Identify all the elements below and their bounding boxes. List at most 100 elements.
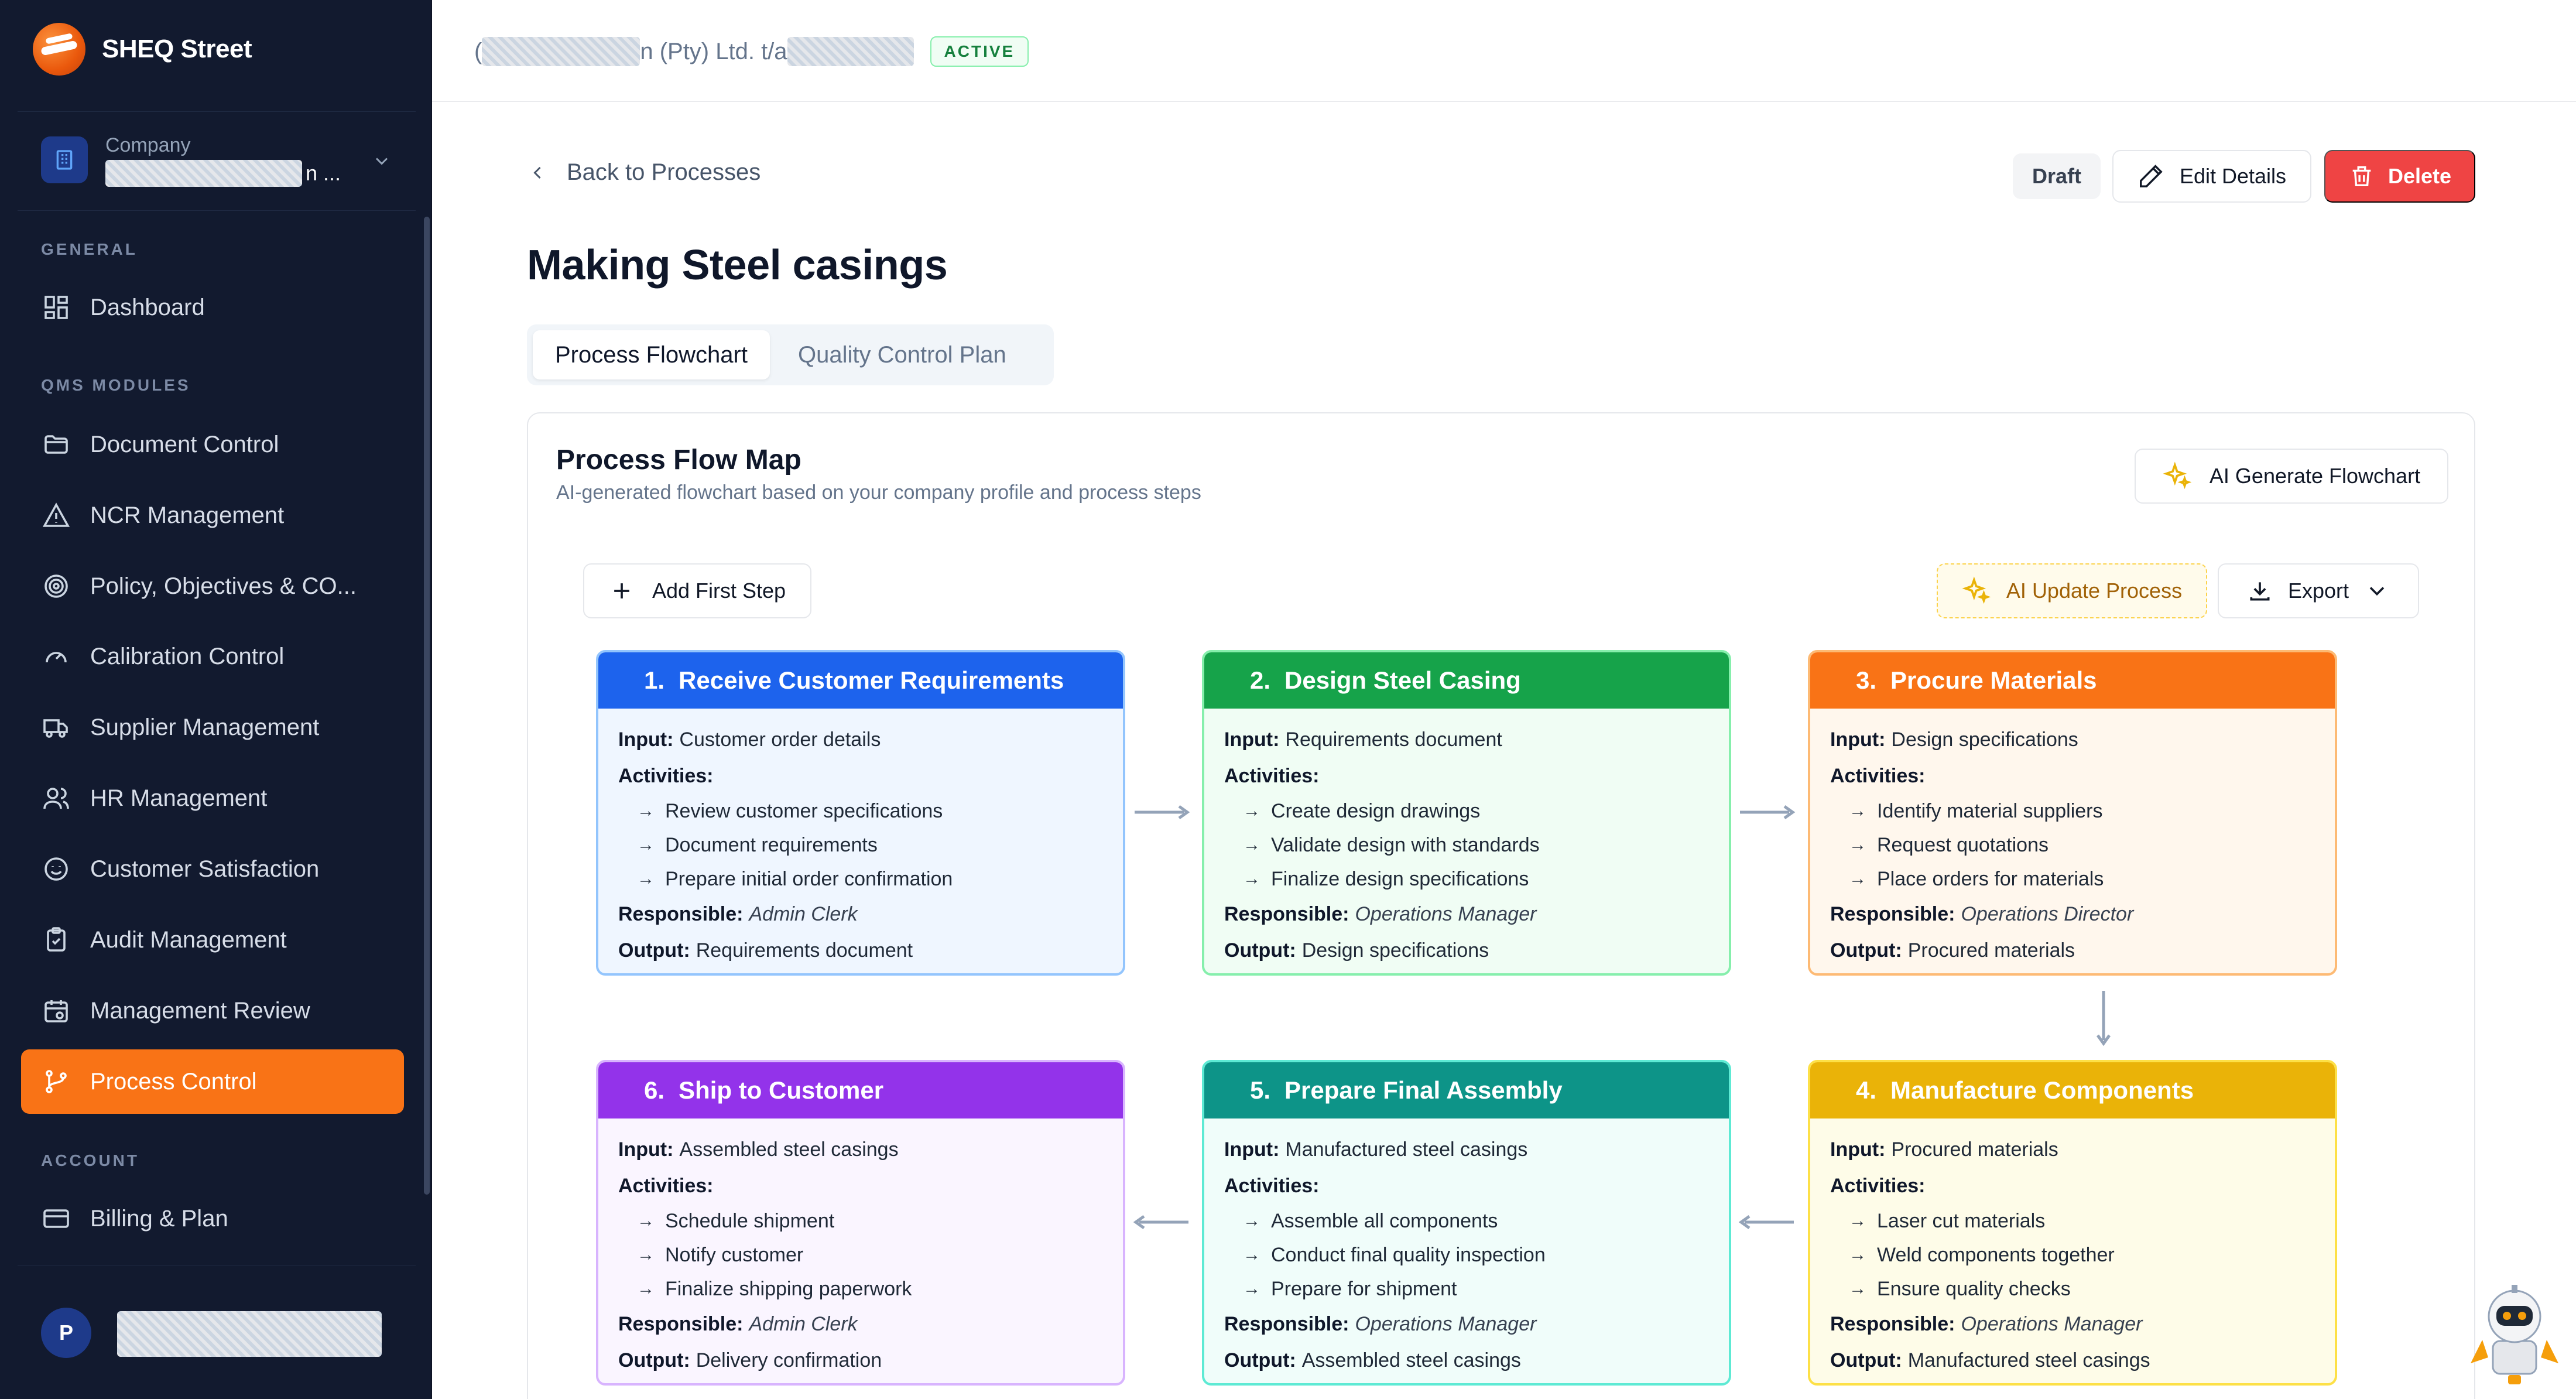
- sidebar-item-dashboard[interactable]: Dashboard: [21, 275, 404, 340]
- user-menu[interactable]: P: [18, 1265, 416, 1399]
- sidebar-item-supplier-management[interactable]: Supplier Management: [21, 695, 404, 760]
- step-responsible: Responsible: Operations Director: [1830, 896, 2315, 932]
- sidebar-item-calibration-control[interactable]: Calibration Control: [21, 624, 404, 689]
- process-step-card[interactable]: 4. Manufacture Components Input: Procured…: [1808, 1060, 2337, 1386]
- step-activity: → Assemble all components: [1224, 1204, 1709, 1238]
- step-title: Design Steel Casing: [1284, 666, 1521, 694]
- step-output-value: Design specifications: [1301, 939, 1489, 962]
- sidebar-item-billing-plan[interactable]: Billing & Plan: [21, 1186, 404, 1251]
- responsible-label: Responsible:: [1830, 903, 1955, 925]
- step-input-value: Procured materials: [1891, 1138, 2058, 1161]
- step-title: Receive Customer Requirements: [679, 666, 1064, 694]
- company-name-tail: n ...: [306, 161, 341, 185]
- step-number: 6.: [644, 1076, 665, 1104]
- edit-details-button[interactable]: Edit Details: [2112, 150, 2311, 203]
- step-responsible: Responsible: Admin Clerk: [618, 896, 1103, 932]
- back-to-processes-link[interactable]: Back to Processes: [527, 159, 761, 186]
- step-responsible-value: Admin Clerk: [749, 903, 858, 925]
- clipboard-icon: [47, 927, 66, 952]
- step-activity: → Laser cut materials: [1830, 1204, 2315, 1238]
- step-activity: → Validate design with standards: [1224, 828, 1709, 862]
- step-activity-text: Create design drawings: [1271, 800, 1481, 822]
- tab-process-flowchart[interactable]: Process Flowchart: [533, 330, 770, 379]
- sidebar-item-management-review[interactable]: Management Review: [21, 979, 404, 1043]
- step-header: 5. Prepare Final Assembly: [1204, 1062, 1729, 1118]
- step-activity-text: Document requirements: [665, 834, 878, 856]
- activities-label: Activities:: [1224, 1175, 1320, 1197]
- step-input-value: Assembled steel casings: [679, 1138, 899, 1161]
- sidebar-item-hr-management[interactable]: HR Management: [21, 766, 404, 830]
- sidebar-item-label: Management Review: [90, 997, 310, 1024]
- arrow-right-icon: →: [1243, 1279, 1260, 1298]
- input-label: Input:: [1224, 1138, 1280, 1161]
- chevron-down-icon: [375, 158, 388, 165]
- step-input-value: Customer order details: [679, 728, 881, 751]
- process-step-card[interactable]: 3. Procure Materials Input: Design specif…: [1808, 650, 2337, 976]
- sidebar-item-customer-satisfaction[interactable]: Customer Satisfaction: [21, 837, 404, 901]
- delete-button[interactable]: Delete: [2324, 150, 2475, 203]
- ai-update-label: AI Update Process: [2006, 579, 2183, 603]
- assistant-robot-icon[interactable]: [2465, 1275, 2564, 1387]
- step-body: Input: Design specifications Activities: …: [1810, 709, 2335, 969]
- arrow-right-icon: →: [1243, 835, 1260, 854]
- delete-label: Delete: [2387, 164, 2452, 188]
- process-icon: [46, 1070, 67, 1093]
- step-activities-heading: Activities:: [618, 758, 1103, 794]
- process-step-card[interactable]: 1. Receive Customer Requirements Input: C…: [596, 650, 1125, 976]
- ai-generate-flowchart-button[interactable]: AI Generate Flowchart: [2135, 449, 2448, 504]
- step-input-value: Design specifications: [1891, 728, 2078, 751]
- company-label: Company: [105, 134, 191, 156]
- ai-update-process-button[interactable]: AI Update Process: [1937, 563, 2207, 618]
- arrow-right-icon: →: [1849, 801, 1866, 820]
- step-activity: → Notify customer: [618, 1238, 1103, 1272]
- step-activities-heading: Activities:: [1224, 1168, 1709, 1204]
- arrow-right-icon: →: [1849, 835, 1866, 854]
- top-bar: ( n (Pty) Ltd. t/a ACTIVE: [432, 0, 2576, 102]
- arrow-right-icon: →: [637, 1245, 655, 1264]
- building-icon: [41, 136, 88, 183]
- add-step-label: Add First Step: [652, 579, 786, 603]
- step-output: Output: Delivery confirmation: [618, 1342, 1103, 1379]
- step-activity-text: Assemble all components: [1271, 1210, 1498, 1232]
- step-activity: → Identify material suppliers: [1830, 794, 2315, 828]
- sidebar-item-document-control[interactable]: Document Control: [21, 412, 404, 477]
- trash-icon: [2352, 166, 2371, 187]
- step-number: 2.: [1250, 666, 1271, 694]
- output-label: Output:: [1830, 939, 1902, 962]
- process-step-card[interactable]: 5. Prepare Final Assembly Input: Manufact…: [1202, 1060, 1731, 1386]
- flow-map-subtitle: AI-generated flowchart based on your com…: [556, 481, 1201, 504]
- plus-icon: [614, 583, 629, 598]
- company-switcher[interactable]: Company n ...: [18, 111, 416, 211]
- sidebar-item-label: Policy, Objectives & CO...: [90, 573, 357, 599]
- export-button[interactable]: Export: [2218, 563, 2419, 618]
- sidebar-item-label: HR Management: [90, 785, 268, 811]
- sidebar-item-ncr-management[interactable]: NCR Management: [21, 483, 404, 548]
- process-step-card[interactable]: 6. Ship to Customer Input: Assembled stee…: [596, 1060, 1125, 1386]
- back-label: Back to Processes: [567, 159, 761, 185]
- sparkles-icon: [1962, 576, 1991, 604]
- step-responsible: Responsible: Operations Manager: [1830, 1306, 2315, 1342]
- step-activity-text: Identify material suppliers: [1877, 800, 2103, 822]
- step-activity: → Document requirements: [618, 828, 1103, 862]
- brand[interactable]: SHEQ Street: [33, 21, 252, 77]
- sidebar-item-policy-objectives[interactable]: Policy, Objectives & CO...: [21, 554, 404, 618]
- tab-quality-control-plan[interactable]: Quality Control Plan: [776, 330, 1029, 379]
- sidebar-item-label: Document Control: [90, 431, 279, 457]
- chevron-down-icon: [2369, 587, 2385, 596]
- brand-name: SHEQ Street: [102, 35, 252, 63]
- sidebar-item-label: Calibration Control: [90, 643, 285, 669]
- add-first-step-button[interactable]: Add First Step: [583, 563, 811, 618]
- sidebar-scrollbar[interactable]: [424, 217, 430, 1195]
- step-activity-text: Review customer specifications: [665, 800, 943, 822]
- responsible-label: Responsible:: [1224, 1313, 1349, 1335]
- sidebar-item-process-control[interactable]: Process Control: [21, 1049, 404, 1114]
- step-header: 1. Receive Customer Requirements: [598, 652, 1123, 709]
- process-step-card[interactable]: 2. Design Steel Casing Input: Requirement…: [1202, 650, 1731, 976]
- sidebar-item-audit-management[interactable]: Audit Management: [21, 908, 404, 972]
- step-activity-text: Finalize design specifications: [1271, 868, 1529, 890]
- sidebar-item-label: NCR Management: [90, 502, 285, 528]
- arrow-right-icon: →: [1849, 1279, 1866, 1298]
- step-activity-text: Ensure quality checks: [1877, 1278, 2071, 1300]
- input-label: Input:: [618, 728, 674, 751]
- step-responsible: Responsible: Admin Clerk: [618, 1306, 1103, 1342]
